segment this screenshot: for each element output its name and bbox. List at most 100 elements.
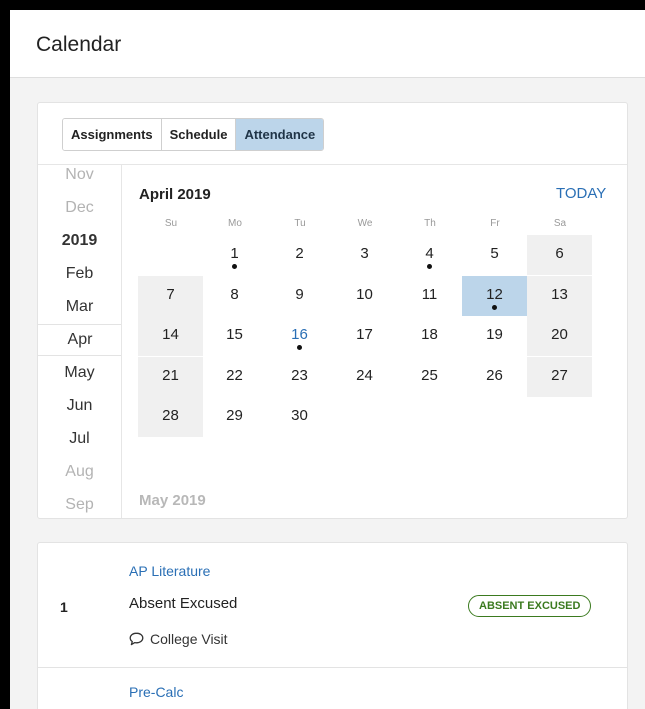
- calendar-day-number: 27: [551, 366, 568, 384]
- month-item[interactable]: Dec: [38, 192, 121, 224]
- calendar-day-number: 17: [356, 326, 373, 343]
- view-tabbar: Assignments Schedule Attendance: [38, 103, 627, 165]
- calendar-day[interactable]: 15: [202, 316, 267, 356]
- calendar-day[interactable]: 9: [267, 276, 332, 316]
- next-month-title: May 2019: [139, 492, 206, 509]
- calendar-day-number: 14: [162, 326, 179, 343]
- event-dot: [427, 264, 432, 269]
- course-link-ap-literature[interactable]: AP Literature: [129, 563, 210, 579]
- calendar-day[interactable]: 25: [397, 357, 462, 397]
- calendar-month-title: April 2019: [139, 186, 211, 203]
- calendar-day[interactable]: 18: [397, 316, 462, 356]
- attendance-comment: College Visit: [129, 631, 228, 647]
- calendar-day-number: 13: [551, 285, 568, 303]
- month-item[interactable]: Jul: [38, 423, 121, 455]
- calendar-day-number: 19: [486, 326, 503, 343]
- calendar-day-number: 28: [162, 407, 179, 424]
- calendar-day[interactable]: 29: [202, 397, 267, 437]
- weekday-header: Su: [164, 218, 178, 229]
- page-title: Calendar: [36, 33, 122, 56]
- calendar-day[interactable]: 1: [202, 235, 267, 275]
- calendar-day[interactable]: 23: [267, 357, 332, 397]
- calendar-day-number: 7: [166, 285, 175, 303]
- calendar-day[interactable]: 4: [397, 235, 462, 275]
- calendar-day-number: 25: [421, 366, 438, 384]
- calendar-day-number: 30: [291, 407, 308, 424]
- month-item[interactable]: Apr: [38, 324, 121, 356]
- month-item[interactable]: Feb: [38, 258, 121, 290]
- comment-text: College Visit: [150, 631, 228, 647]
- calendar-day[interactable]: 19: [462, 316, 527, 356]
- month-item[interactable]: Aug: [38, 456, 121, 488]
- event-dot: [297, 345, 302, 350]
- tab-assignments[interactable]: Assignments: [63, 119, 162, 150]
- month-item[interactable]: Sep: [38, 489, 121, 518]
- calendar-day[interactable]: 22: [202, 357, 267, 397]
- calendar-day-number: 26: [486, 366, 503, 384]
- calendar-day-number: 5: [490, 245, 499, 262]
- month-picker[interactable]: Nov Dec 2019 Feb Mar Apr May Jun Jul Aug Sep: [38, 165, 122, 518]
- month-item[interactable]: Nov: [38, 165, 121, 191]
- tab-schedule[interactable]: Schedule: [161, 119, 237, 150]
- calendar-day-number: 29: [226, 407, 243, 424]
- calendar-day-number: 24: [356, 366, 373, 384]
- calendar-day[interactable]: 11: [397, 276, 462, 316]
- calendar-day[interactable]: 14: [138, 316, 203, 356]
- weekday-header: Sa: [553, 218, 567, 229]
- calendar-day[interactable]: 10: [332, 276, 397, 316]
- calendar-day-number: 1: [230, 245, 239, 262]
- calendar-day-number: 6: [555, 245, 564, 262]
- calendar-day[interactable]: 6: [527, 235, 592, 275]
- calendar-day[interactable]: 16: [267, 316, 332, 356]
- month-item[interactable]: Mar: [38, 291, 121, 323]
- calendar-day-number: 9: [295, 285, 304, 303]
- calendar-day-number: 10: [356, 285, 373, 303]
- period-number: 1: [60, 599, 68, 615]
- calendar-day[interactable]: 26: [462, 357, 527, 397]
- calendar-day[interactable]: 12: [462, 275, 527, 316]
- calendar-day-number: 2: [295, 245, 304, 262]
- calendar-day[interactable]: 13: [527, 275, 592, 316]
- comment-icon: [129, 632, 144, 646]
- calendar-day[interactable]: 20: [527, 316, 592, 356]
- calendar-day-number: 16: [291, 326, 308, 343]
- calendar-day[interactable]: 8: [202, 276, 267, 316]
- weekday-header: Tu: [294, 218, 306, 229]
- event-dot: [232, 264, 237, 269]
- weekday-header: Fr: [490, 218, 500, 229]
- weekday-header: We: [357, 218, 373, 229]
- page-header: Calendar: [10, 10, 645, 78]
- entry-divider: [38, 667, 627, 668]
- calendar-day-number: 22: [226, 366, 243, 384]
- tab-attendance[interactable]: Attendance: [236, 119, 324, 150]
- month-item[interactable]: Jun: [38, 390, 121, 422]
- calendar-day[interactable]: 30: [267, 397, 332, 437]
- calendar-day[interactable]: 2: [267, 235, 332, 275]
- today-button[interactable]: TODAY: [556, 185, 606, 202]
- event-dot: [492, 304, 497, 310]
- app-window: Calendar Assignments Schedule Attendance…: [10, 10, 645, 709]
- year-label: 2019: [61, 232, 98, 249]
- month-item[interactable]: May: [38, 357, 121, 389]
- calendar-day[interactable]: 7: [138, 275, 203, 316]
- weekday-header: Mo: [228, 218, 242, 229]
- attendance-list: AP Literature 1 Absent Excused ABSENT EX…: [37, 542, 628, 709]
- calendar-day[interactable]: 3: [332, 235, 397, 275]
- calendar-day-number: 8: [230, 285, 239, 303]
- course-link-pre-calc[interactable]: Pre-Calc: [129, 684, 183, 700]
- calendar-day-number: 11: [421, 285, 438, 303]
- calendar-day[interactable]: 24: [332, 357, 397, 397]
- calendar-day-number: 3: [360, 245, 369, 262]
- calendar-day-number: 4: [425, 245, 434, 262]
- attendance-status-text: Absent Excused: [129, 595, 238, 612]
- calendar-day[interactable]: 28: [138, 397, 203, 437]
- calendar-day-number: 23: [291, 366, 308, 384]
- calendar-day-number: 12: [486, 285, 503, 303]
- calendar-day[interactable]: 17: [332, 316, 397, 356]
- calendar-day[interactable]: 27: [527, 356, 592, 397]
- calendar-day[interactable]: 5: [462, 235, 527, 275]
- view-tabs: Assignments Schedule Attendance: [62, 118, 325, 151]
- calendar-card: Assignments Schedule Attendance Nov Dec 20…: [37, 102, 628, 519]
- calendar-day-number: 15: [226, 326, 243, 343]
- calendar-day[interactable]: 21: [138, 356, 203, 397]
